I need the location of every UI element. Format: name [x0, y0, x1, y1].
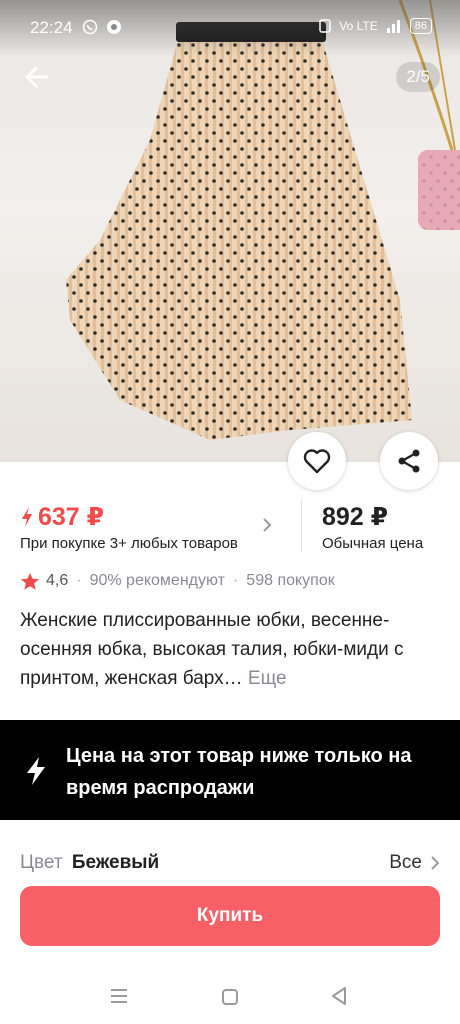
- status-time: 22:24: [30, 18, 73, 37]
- home-square-icon[interactable]: [221, 988, 239, 1006]
- chevron-right-icon: [431, 856, 440, 870]
- lightning-icon: [27, 757, 45, 785]
- all-options-link[interactable]: Все: [389, 852, 440, 874]
- separator-dot: ·: [76, 572, 82, 589]
- favorite-button[interactable]: [288, 432, 346, 490]
- promo-banner: Цена на этот товар ниже только на время …: [0, 720, 460, 820]
- sale-price: 637 ₽: [20, 502, 104, 532]
- heart-icon: [303, 449, 331, 474]
- rating-value: 4,6: [46, 572, 69, 589]
- menu-icon[interactable]: [110, 988, 128, 1004]
- color-label: Цвет: [20, 852, 63, 873]
- regular-price: 892 ₽: [322, 503, 389, 531]
- notification-icons: [82, 19, 122, 35]
- purchases-text: 598 покупок: [246, 572, 335, 589]
- product-title-text: Женские плиссированные юбки, весенне-осе…: [20, 610, 404, 689]
- network-label: Vo LTE: [339, 19, 378, 33]
- image-counter: 2/5: [396, 62, 440, 92]
- sale-price-note: При покупке 3+ любых товаров: [20, 535, 238, 552]
- signal-icon: [386, 20, 400, 33]
- sale-price-value: 637 ₽: [38, 503, 105, 531]
- status-bar: 22:24 Vo LTE 86: [0, 0, 460, 56]
- share-button[interactable]: [380, 432, 438, 490]
- product-image[interactable]: 22:24 Vo LTE 86 2/5: [0, 0, 460, 462]
- star-icon: [21, 572, 39, 590]
- chrome-icon: [107, 20, 121, 34]
- battery-indicator: 86: [409, 18, 432, 34]
- whatsapp-icon: [82, 19, 98, 35]
- system-icons: Vo LTE 86: [319, 18, 432, 34]
- price-block[interactable]: 637 ₽ При покупке 3+ любых товаров 892 ₽…: [20, 500, 440, 556]
- recommend-text: 90% рекомендуют: [89, 572, 225, 589]
- price-divider: [301, 500, 302, 552]
- separator-dot: ·: [232, 572, 239, 589]
- skirt-illustration: [66, 0, 460, 440]
- chevron-right-icon[interactable]: [262, 517, 272, 533]
- promo-text: Цена на этот товар ниже только на время …: [66, 745, 412, 799]
- all-options-label: Все: [389, 852, 422, 873]
- more-link[interactable]: Еще: [248, 668, 287, 689]
- lightning-icon: [22, 507, 32, 527]
- product-title[interactable]: Женские плиссированные юбки, весенне-осе…: [20, 606, 440, 693]
- share-icon: [398, 449, 420, 473]
- color-option-row[interactable]: Цвет Бежевый Все: [20, 852, 440, 880]
- nfc-icon: [319, 19, 332, 33]
- regular-price-note: Обычная цена: [322, 535, 424, 552]
- back-arrow-icon[interactable]: [22, 62, 52, 92]
- back-triangle-icon[interactable]: [330, 986, 348, 1006]
- rating-row[interactable]: 4,6 · 90% рекомендуют · 598 покупок: [20, 570, 335, 592]
- buy-button[interactable]: Купить: [20, 886, 440, 946]
- color-value: Бежевый: [71, 852, 160, 873]
- system-nav-bar: [0, 966, 460, 1024]
